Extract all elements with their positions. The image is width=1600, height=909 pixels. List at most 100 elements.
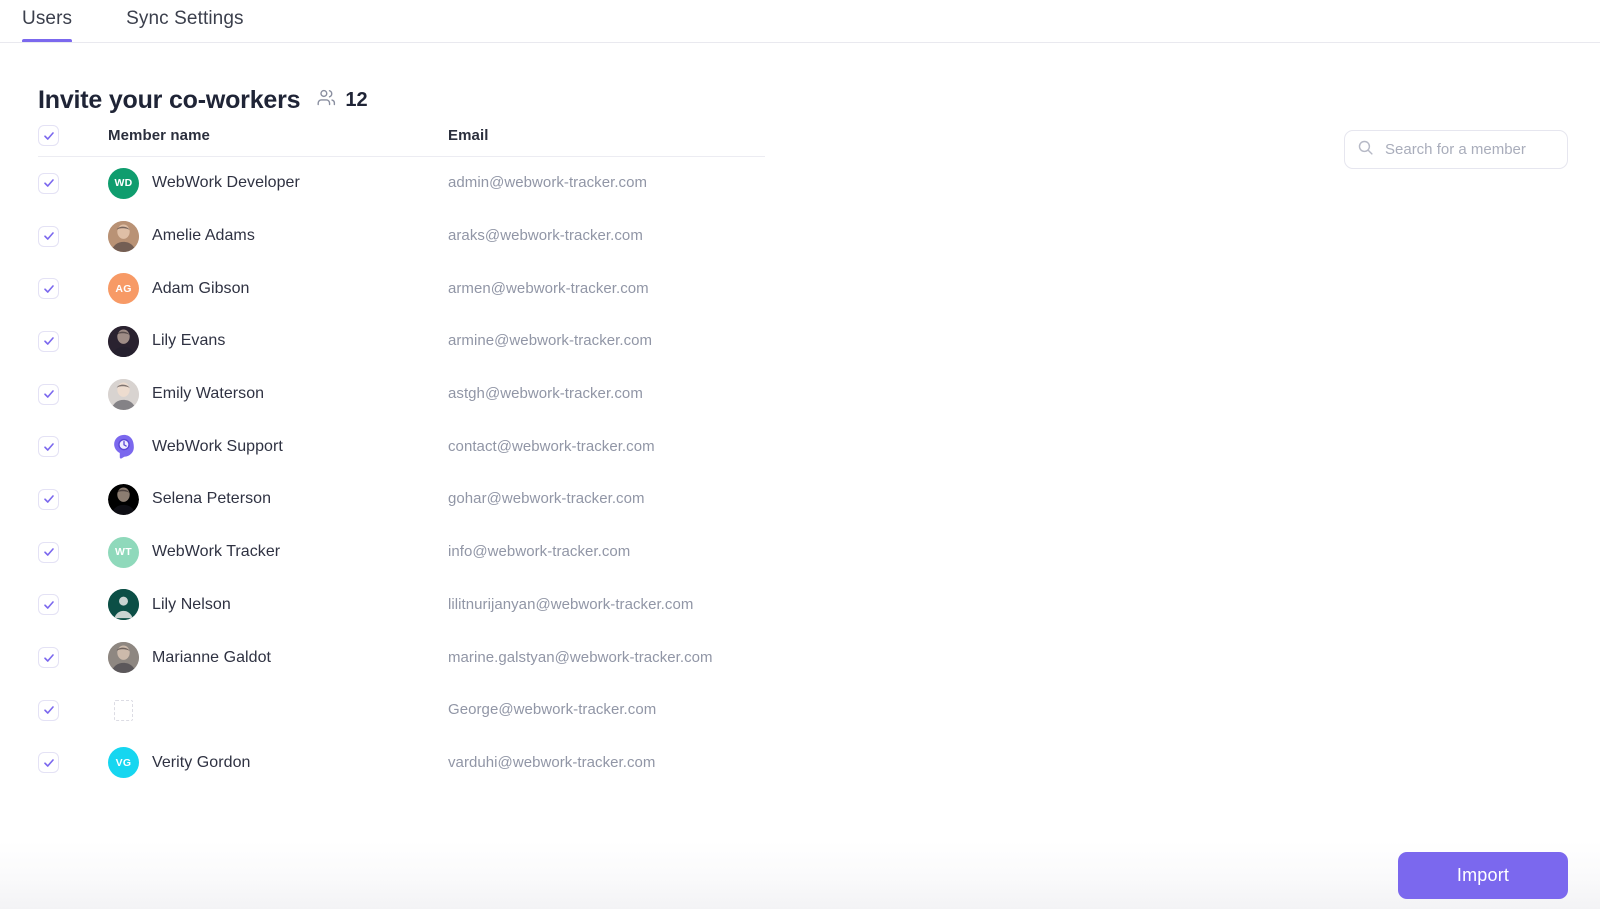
table-row[interactable]: WebWork Support contact@webwork-tracker.c… xyxy=(38,420,938,473)
member-name: Lily Evans xyxy=(152,332,226,350)
table-row[interactable]: Lily Evans armine@webwork-tracker.com xyxy=(38,315,938,368)
table-row[interactable]: George@webwork-tracker.com xyxy=(38,684,938,737)
row-checkbox[interactable] xyxy=(38,752,59,774)
avatar-photo xyxy=(108,378,139,410)
row-checkbox[interactable] xyxy=(38,699,59,721)
member-name: Lily Nelson xyxy=(152,595,231,613)
select-all-checkbox[interactable] xyxy=(38,125,59,146)
tab-users[interactable]: Users xyxy=(22,0,100,43)
row-email-cell: armen@webwork-tracker.com xyxy=(448,280,938,298)
row-member-cell: Lily Nelson xyxy=(108,589,448,621)
page-title: Invite your co-workers xyxy=(38,85,301,114)
table-row[interactable]: AG Adam Gibson armen@webwork-tracker.com xyxy=(38,262,938,315)
avatar-photo xyxy=(108,483,139,515)
table-row[interactable]: Marianne Galdot marine.galstyan@webwork-t… xyxy=(38,631,938,684)
member-name: Selena Peterson xyxy=(152,490,272,508)
row-checkbox[interactable] xyxy=(38,225,59,247)
footer-bar: Import xyxy=(0,841,1600,909)
member-name: WebWork Tracker xyxy=(152,543,281,561)
row-member-cell: Emily Waterson xyxy=(108,378,448,410)
row-select-cell xyxy=(38,488,108,510)
table-row[interactable]: VG Verity Gordon varduhi@webwork-tracker.c… xyxy=(38,737,938,790)
row-checkbox[interactable] xyxy=(38,278,59,300)
table-row[interactable]: Amelie Adams araks@webwork-tracker.com xyxy=(38,210,938,263)
row-email-cell: George@webwork-tracker.com xyxy=(448,701,938,719)
tab-sync-settings[interactable]: Sync Settings xyxy=(126,0,271,43)
search-icon xyxy=(1357,139,1374,161)
row-checkbox[interactable] xyxy=(38,488,59,510)
row-select-cell xyxy=(38,330,108,352)
member-email: astgh@webwork-tracker.com xyxy=(448,385,643,403)
row-select-cell xyxy=(38,541,108,563)
member-email: marine.galstyan@webwork-tracker.com xyxy=(448,648,713,666)
member-email: gohar@webwork-tracker.com xyxy=(448,490,645,508)
tab-sync-settings-label: Sync Settings xyxy=(126,8,244,29)
avatar-photo xyxy=(108,220,139,252)
header-email: Email xyxy=(448,127,489,144)
member-email: contact@webwork-tracker.com xyxy=(448,437,655,455)
row-checkbox[interactable] xyxy=(38,647,59,669)
avatar-photo xyxy=(108,642,139,674)
row-email-cell: armine@webwork-tracker.com xyxy=(448,332,938,350)
table-row[interactable]: Selena Peterson gohar@webwork-tracker.com xyxy=(38,473,938,526)
member-email: armine@webwork-tracker.com xyxy=(448,332,653,350)
row-checkbox[interactable] xyxy=(38,330,59,352)
member-email: araks@webwork-tracker.com xyxy=(448,227,643,245)
row-email-cell: astgh@webwork-tracker.com xyxy=(448,385,938,403)
row-email-cell: varduhi@webwork-tracker.com xyxy=(448,754,938,772)
table-header-row: Member name Email xyxy=(38,115,765,157)
row-select-cell xyxy=(38,594,108,616)
member-name: WebWork Support xyxy=(152,437,283,455)
member-email: info@webwork-tracker.com xyxy=(448,543,631,561)
row-member-cell: Lily Evans xyxy=(108,325,448,357)
row-checkbox[interactable] xyxy=(38,436,59,458)
member-email: admin@webwork-tracker.com xyxy=(448,174,648,192)
avatar: WT xyxy=(108,536,139,568)
tab-users-label: Users xyxy=(22,8,73,29)
row-select-cell xyxy=(38,383,108,405)
row-email-cell: contact@webwork-tracker.com xyxy=(448,438,938,456)
member-name: Marianne Galdot xyxy=(152,648,272,666)
row-member-cell: AG Adam Gibson xyxy=(108,273,448,305)
header-member-name: Member name xyxy=(108,127,210,144)
row-member-cell xyxy=(108,694,448,726)
row-member-cell: Marianne Galdot xyxy=(108,642,448,674)
row-member-cell: WD WebWork Developer xyxy=(108,167,448,199)
table-row[interactable]: WD WebWork Developer admin@webwork-tracker… xyxy=(38,157,938,210)
import-button[interactable]: Import xyxy=(1398,851,1568,899)
avatar-broken-image xyxy=(108,694,139,726)
row-select-cell xyxy=(38,752,108,774)
member-search[interactable] xyxy=(1344,130,1568,169)
row-email-cell: admin@webwork-tracker.com xyxy=(448,174,938,192)
row-checkbox[interactable] xyxy=(38,172,59,194)
avatar: VG xyxy=(108,747,139,779)
row-select-cell xyxy=(38,699,108,721)
members-table: Member name Email WD WebWork Developer adm… xyxy=(0,115,1600,789)
avatar: WD xyxy=(108,167,139,199)
select-all-cell xyxy=(38,125,108,146)
row-checkbox[interactable] xyxy=(38,594,59,616)
row-checkbox[interactable] xyxy=(38,383,59,405)
member-name: Amelie Adams xyxy=(152,227,255,245)
row-member-cell: WT WebWork Tracker xyxy=(108,536,448,568)
table-row[interactable]: Lily Nelson lilitnurijanyan@webwork-track… xyxy=(38,579,938,632)
avatar: AG xyxy=(108,273,139,305)
row-member-cell: WebWork Support xyxy=(108,431,448,463)
row-select-cell xyxy=(38,225,108,247)
row-member-cell: Selena Peterson xyxy=(108,483,448,515)
table-row[interactable]: WT WebWork Tracker info@webwork-tracker.co… xyxy=(38,526,938,579)
member-name: WebWork Developer xyxy=(152,174,300,192)
row-email-cell: marine.galstyan@webwork-tracker.com xyxy=(448,649,938,667)
search-input[interactable] xyxy=(1385,141,1567,158)
row-select-cell xyxy=(38,172,108,194)
row-checkbox[interactable] xyxy=(38,541,59,563)
row-email-cell: info@webwork-tracker.com xyxy=(448,543,938,561)
member-email: varduhi@webwork-tracker.com xyxy=(448,753,656,771)
row-select-cell xyxy=(38,647,108,669)
row-select-cell xyxy=(38,278,108,300)
avatar-default-person-icon xyxy=(108,589,139,621)
member-email: lilitnurijanyan@webwork-tracker.com xyxy=(448,595,694,613)
table-row[interactable]: Emily Waterson astgh@webwork-tracker.com xyxy=(38,368,938,421)
member-name: Adam Gibson xyxy=(152,279,250,297)
row-email-cell: araks@webwork-tracker.com xyxy=(448,227,938,245)
